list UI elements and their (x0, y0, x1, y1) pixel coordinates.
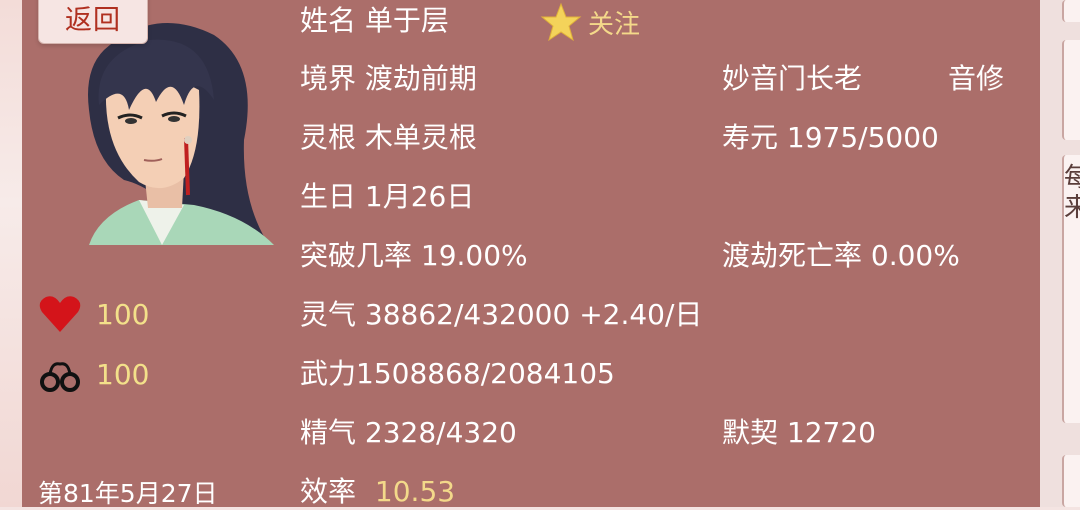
health-stat: 100 (38, 294, 149, 334)
realm: 境界 渡劫前期 (300, 62, 477, 95)
chains-value: 100 (96, 357, 150, 391)
spiritual-root: 灵根 木单灵根 (300, 121, 477, 154)
martial-power: 武力1508868/2084105 (300, 357, 615, 390)
side-tab-2[interactable] (1062, 40, 1080, 140)
side-tab-3[interactable]: 每 来 (1062, 155, 1080, 423)
character-name: 姓名 单于层 (300, 4, 449, 37)
spiritual-qi: 灵气 38862/432000 +2.40/日 (300, 298, 703, 331)
handcuffs-icon (40, 362, 80, 392)
breakthrough-rate: 突破几率 19.00% (300, 239, 528, 272)
efficiency: 效率 10.53 (300, 475, 455, 509)
side-tab-label: 每 (1064, 163, 1080, 193)
efficiency-label: 效率 (300, 475, 357, 508)
side-tab-label-2: 来 (1064, 193, 1080, 223)
follow-button[interactable]: 关注 (540, 2, 640, 42)
heart-icon (39, 296, 81, 332)
side-tab-1[interactable] (1062, 0, 1080, 22)
birthday: 生日 1月26日 (300, 180, 475, 213)
back-button[interactable]: 返回 (38, 0, 148, 44)
character-portrait (88, 22, 274, 245)
lifespan: 寿元 1975/5000 (722, 121, 939, 154)
sect-title: 妙音门长老 (722, 62, 863, 95)
tribulation-death-rate: 渡劫死亡率 0.00% (722, 239, 960, 272)
rapport: 默契 12720 (722, 416, 876, 449)
game-date: 第81年5月27日 (38, 479, 218, 508)
back-button-label: 返回 (65, 4, 121, 36)
star-icon (540, 2, 582, 42)
health-value: 100 (96, 297, 150, 331)
essence: 精气 2328/4320 (300, 416, 517, 449)
cultivation-class: 音修 (948, 62, 1005, 95)
side-tab-4[interactable] (1062, 455, 1080, 507)
chains-stat: 100 (38, 354, 149, 394)
efficiency-value: 10.53 (374, 475, 456, 508)
follow-label: 关注 (588, 9, 641, 40)
background-left (0, 0, 22, 507)
